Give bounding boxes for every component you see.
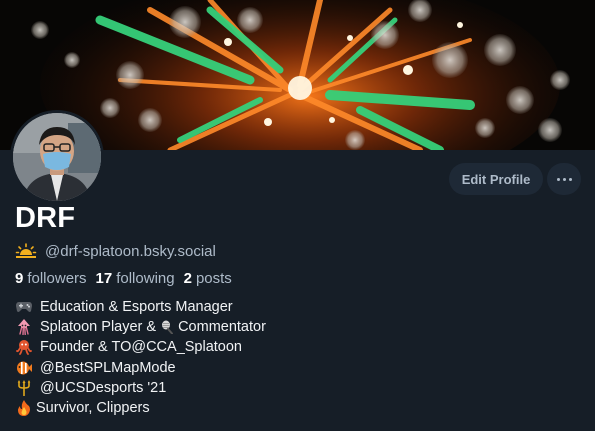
bio-text: Commentator [178,319,266,336]
following-link[interactable]: 17 following [96,270,175,287]
squid-icon [16,319,32,336]
profile-handle: @drf-splatoon.bsky.social [45,242,216,260]
profile-bio: Education & Esports Manager Splatoon Pla… [16,297,266,418]
followers-count: 9 [15,269,24,287]
bio-text: Splatoon Player & [40,319,157,336]
bio-text: Survivor, Clippers [36,400,150,417]
bio-line: Splatoon Player & Commentator [16,317,266,337]
octopus-icon [16,339,32,356]
posts-count: 2 [183,269,192,287]
following-count: 17 [95,269,113,287]
bio-line: Education & Esports Manager [16,297,266,317]
profile-page: Edit Profile DRF @drf-splatoon.bsky.soci… [0,0,595,431]
bio-line: @BestSPLMapMode [16,358,266,378]
sunrise-icon [15,242,37,260]
followers-label: followers [27,269,87,287]
microphone-icon [160,320,174,335]
bio-line: Survivor, Clippers [16,398,266,418]
ellipsis-horizontal-icon [556,177,572,181]
avatar[interactable] [10,110,104,204]
display-name: DRF [15,202,76,234]
trident-icon [16,379,32,396]
bio-line: Founder & TO @CCA_Splatoon [16,337,266,357]
fish-icon [16,360,32,376]
edit-profile-button[interactable]: Edit Profile [449,163,543,195]
mention-link[interactable]: @BestSPLMapMode [40,360,176,376]
profile-stats: 9 followers 17 following 2 posts [15,268,241,288]
bio-text: Education & Esports Manager [40,299,233,316]
game-controller-icon [16,299,32,315]
posts-label: posts [195,269,232,287]
bio-line: @UCSDesports '21 [16,378,266,398]
avatar-photo [13,113,101,201]
followers-link[interactable]: 9 followers [15,270,87,287]
bio-text: '21 [143,379,167,396]
following-label: following [116,269,175,287]
more-options-button[interactable] [547,163,581,195]
mention-link[interactable]: @CCA_Splatoon [131,339,242,355]
posts-stat: 2 posts [184,270,232,287]
handle-row: @drf-splatoon.bsky.social [15,241,216,261]
bio-text: Founder & TO [40,339,132,356]
mention-link[interactable]: @UCSDesports [40,380,143,396]
fire-icon [16,400,32,417]
